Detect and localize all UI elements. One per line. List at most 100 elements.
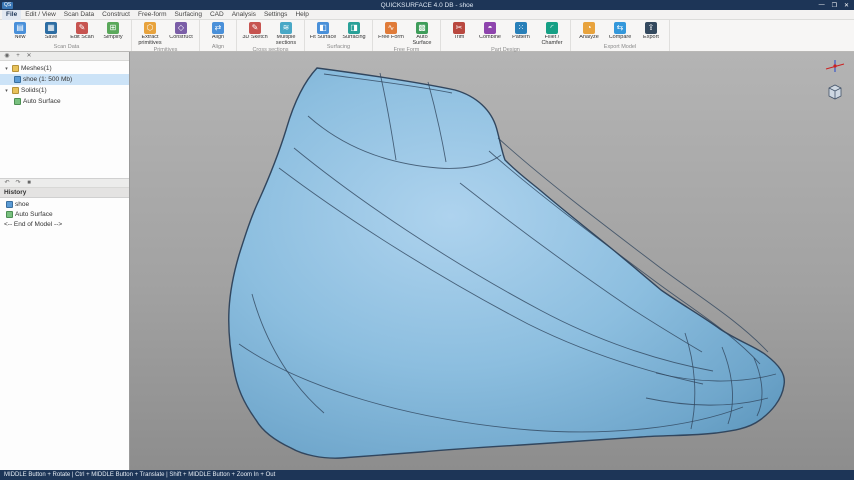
sketch-icon: ✎ (249, 22, 261, 34)
folder-icon (12, 87, 19, 94)
ribbon-button-edit-scan[interactable]: ✎Edit Scan (67, 21, 97, 44)
ribbon-button-3d-sketch[interactable]: ✎3D Sketch (240, 21, 270, 47)
export-icon: ⇪ (645, 22, 657, 34)
delete-icon[interactable]: ✕ (25, 52, 33, 61)
tree-item-meshes-1[interactable]: ▾Meshes(1) (0, 63, 129, 74)
shoe-model[interactable] (229, 68, 785, 458)
ribbon-button-simplify[interactable]: ⊞Simplify (98, 21, 128, 44)
visibility-icon[interactable]: ◉ (3, 52, 11, 61)
ribbon-group-surfacing: ◧Fit Surface◨SurfacingSurfacing (305, 20, 373, 51)
tree-item-label: Solids(1) (21, 87, 47, 94)
surface-icon (14, 98, 21, 105)
history-item-shoe[interactable]: shoe (0, 199, 129, 209)
undo-icon[interactable]: ↶ (3, 179, 11, 188)
ribbon-group-part-design: ✂Trim◓Combine⁙Pattern◜Fillet / ChamferPa… (441, 20, 571, 51)
edit-scan-icon: ✎ (76, 22, 88, 34)
menu-item-scan-data[interactable]: Scan Data (60, 10, 98, 20)
tree-item-solids-1[interactable]: ▾ Solids(1) (0, 85, 129, 96)
ribbon-button-construct[interactable]: ◇Construct (166, 21, 196, 47)
new-file-icon: ▤ (14, 22, 26, 34)
history-item-end-of-model[interactable]: <-- End of Model --> (0, 219, 129, 229)
ribbon-button-extract-primitives[interactable]: ⬡Extract primitives (135, 21, 165, 47)
ribbon-button-free-form[interactable]: ∿Free Form (376, 21, 406, 47)
ribbon-group-export-model: ◔Analyze⇆Compare⇪ExportExport Model (571, 20, 670, 51)
ribbon-button-trim[interactable]: ✂Trim (444, 21, 474, 47)
maximize-button[interactable]: ❐ (832, 2, 837, 9)
viewport-3d[interactable] (130, 52, 854, 470)
tree-toolbar: ◉+✕ (0, 52, 129, 61)
fillet-chamfer-icon: ◜ (546, 22, 558, 34)
chevron-down-icon[interactable]: ▾ (3, 88, 10, 94)
menu-item-free-form[interactable]: Free-form (134, 10, 171, 20)
ribbon-button-fillet-chamfer[interactable]: ◜Fillet / Chamfer (537, 21, 567, 47)
viewport-3d-scene[interactable] (130, 52, 854, 470)
history-item-label: <-- End of Model --> (4, 221, 62, 228)
tree-item-shoe-1-500-mb[interactable]: shoe (1: 500 Mb) (0, 74, 129, 85)
surfacing-icon: ◨ (348, 22, 360, 34)
ribbon-button-combine[interactable]: ◓Combine (475, 21, 505, 47)
orientation-widget[interactable] (822, 58, 848, 104)
ribbon-button-align[interactable]: ⇄Align (203, 21, 233, 44)
menu-item-file[interactable]: File (2, 10, 21, 20)
mesh-icon (6, 201, 13, 208)
orientation-axes (826, 60, 844, 72)
mesh-icon (14, 76, 21, 83)
ribbon-button-pattern[interactable]: ⁙Pattern (506, 21, 536, 47)
construct-icon: ◇ (175, 22, 187, 34)
history-list: shoeAuto Surface <-- End of Model --> (0, 198, 129, 470)
view-cube[interactable] (829, 85, 841, 99)
auto-surface-icon: ▩ (416, 22, 428, 34)
ribbon-button-export[interactable]: ⇪Export (636, 21, 666, 44)
window-controls: — ❐ ✕ (819, 2, 854, 9)
fit-surface-icon: ◧ (317, 22, 329, 34)
free-form-icon: ∿ (385, 22, 397, 34)
mouse-hint-text: MIDDLE Button + Rotate | Ctrl + MIDDLE B… (4, 472, 275, 478)
menu-item-analysis[interactable]: Analysis (228, 10, 260, 20)
ribbon-button-auto-surface[interactable]: ▩Auto Surface (407, 21, 437, 47)
menu-item-settings[interactable]: Settings (260, 10, 292, 20)
stop-icon[interactable]: ■ (25, 179, 33, 188)
save-icon: ▦ (45, 22, 57, 34)
ribbon-button-surfacing[interactable]: ◨Surfacing (339, 21, 369, 44)
minimize-button[interactable]: — (819, 2, 825, 9)
tree-item-label: Auto Surface (23, 98, 61, 105)
ribbon-button-multiple-sections[interactable]: ≋Multiple sections (271, 21, 301, 47)
pattern-icon: ⁙ (515, 22, 527, 34)
close-button[interactable]: ✕ (844, 2, 849, 9)
history-item-auto-surface[interactable]: Auto Surface (0, 209, 129, 219)
model-tree-panel: ◉+✕ ▾Meshes(1) shoe (1: 500 Mb) ▾ Solids(1)… (0, 52, 130, 470)
history-title: History (4, 189, 26, 196)
ribbon-button-fit-surface[interactable]: ◧Fit Surface (308, 21, 338, 44)
surface-icon (6, 211, 13, 218)
menu-item-edit-view[interactable]: Edit / View (21, 10, 60, 20)
menu-item-cad[interactable]: CAD (206, 10, 228, 20)
ribbon-button-analyze[interactable]: ◔Analyze (574, 21, 604, 44)
add-icon[interactable]: + (14, 52, 22, 61)
ribbon-group-scan-data: ▤New▦Save✎Edit Scan⊞SimplifyScan Data (2, 20, 132, 51)
redo-icon[interactable]: ↷ (14, 179, 22, 188)
menu-item-construct[interactable]: Construct (98, 10, 134, 20)
window-title: QUICKSURFACE 4.0 DB - shoe (0, 2, 854, 9)
ribbon-button-compare[interactable]: ⇆Compare (605, 21, 635, 44)
trim-icon: ✂ (453, 22, 465, 34)
extract-primitives-icon: ⬡ (144, 22, 156, 34)
simplify-icon: ⊞ (107, 22, 119, 34)
title-bar: QS QUICKSURFACE 4.0 DB - shoe — ❐ ✕ (0, 0, 854, 10)
align-icon: ⇄ (212, 22, 224, 34)
history-toolbar: ↶↷■ (0, 179, 129, 188)
model-tree: ▾Meshes(1) shoe (1: 500 Mb) ▾ Solids(1) Auto… (0, 61, 129, 179)
ribbon-button-new[interactable]: ▤New (5, 21, 35, 44)
ribbon-button-save[interactable]: ▦Save (36, 21, 66, 44)
menu-item-help[interactable]: Help (291, 10, 312, 20)
ribbon-group-cross-sections: ✎3D Sketch≋Multiple sectionsCross sectio… (237, 20, 305, 51)
ribbon-group-free-form: ∿Free Form▩Auto SurfaceFree Form (373, 20, 441, 51)
shoe-body[interactable] (229, 68, 785, 458)
menu-item-surfacing[interactable]: Surfacing (171, 10, 206, 20)
chevron-down-icon[interactable]: ▾ (3, 66, 10, 72)
tree-item-label: shoe (1: 500 Mb) (23, 76, 72, 83)
ribbon: ▤New▦Save✎Edit Scan⊞SimplifyScan Data⬡Ex… (0, 20, 854, 52)
ribbon-group-align: ⇄AlignAlign (200, 20, 237, 51)
combine-icon: ◓ (484, 22, 496, 34)
compare-icon: ⇆ (614, 22, 626, 34)
tree-item-auto-surface[interactable]: Auto Surface (0, 96, 129, 107)
